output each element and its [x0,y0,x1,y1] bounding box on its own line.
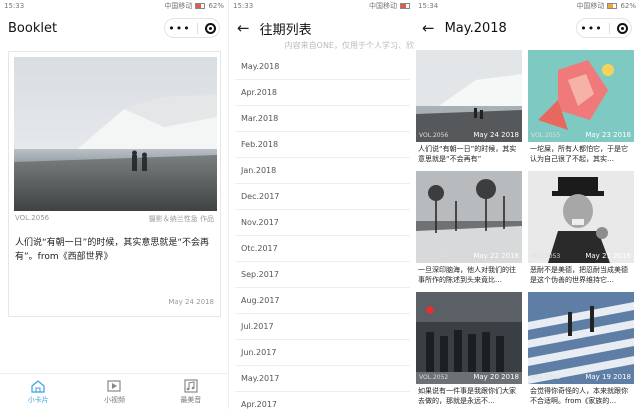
card-thumbnail: VOL.2052 May 20 2018 [416,292,522,384]
card-thumbnail: VOL.2056 May 24 2018 [416,50,522,142]
card-excerpt: 一坨屎，所有人都怕它，于是它认为自己很了不起，其实… [530,145,628,163]
month-item[interactable]: May.2018 [235,54,410,80]
month-item[interactable]: Aug.2017 [235,288,410,314]
page-title: 往期列表 [259,22,312,38]
tab-videos[interactable]: 小视频 [76,374,152,409]
card-quote: 人们说“有朝一日”的时候，其实意思就是“不会再有”。from《西部世界》 [15,238,209,262]
month-card[interactable]: VOL.2052 May 20 2018 如果说有一件事是我跟你们大家去做的，那就是… [416,292,522,407]
daily-card[interactable]: VOL.2056 摄影＆纳兰性急 作品 人们说“有朝一日”的时候，其实意思就是“… [8,51,221,317]
month-item[interactable]: Dec.2017 [235,184,410,210]
month-card[interactable]: VOL.2056 May 24 2018 人们说“有朝一日”的时候，其实意思就是“不… [416,50,522,165]
month-item[interactable]: Jan.2018 [235,158,410,184]
nav-bar: ← May.2018 ••• [414,12,640,44]
page-title: Booklet [8,20,58,36]
card-date: May 21 2018 [585,252,631,260]
tab-label: 小卡片 [27,395,49,404]
card-thumbnail: VOL.2053 May 21 2018 [528,171,634,263]
booklet-screen: 15:33 中国移动 62% Booklet ••• VOL.2056 摄影＆纳… [0,0,229,409]
page-title: May.2018 [444,20,507,36]
tab-label: 小视频 [103,395,125,404]
source-note: 内容来自ONE，仅用于个人学习、欣 [284,41,414,50]
month-item[interactable]: Jun.2017 [235,340,410,366]
battery-level: 62% [208,2,224,10]
card-volume: VOL.2053 [531,253,561,260]
battery-icon [607,3,618,9]
carrier-label: 中国移动 [576,2,605,10]
music-icon [184,378,198,393]
status-time: 15:33 [233,2,254,10]
card-credit: 摄影＆纳兰性急 作品 [148,215,214,223]
more-icon[interactable]: ••• [168,23,190,34]
more-icon[interactable]: ••• [580,23,602,34]
card-volume: VOL.2054 [419,253,449,260]
card-date: May 22 2018 [473,252,519,260]
month-card[interactable]: VOL.2055 May 23 2018 一坨屎，所有人都怕它，于是它认为自己很了不… [528,50,634,165]
card-volume: VOL.2056 [419,132,449,139]
month-item[interactable]: May.2017 [235,366,410,392]
card-date: May 24 2018 [168,298,214,306]
card-volume: VOL.2052 [419,374,449,381]
status-time: 15:34 [418,2,439,10]
close-miniprogram-icon[interactable] [204,22,216,34]
month-item[interactable]: Sep.2017 [235,262,410,288]
battery-level: 62% [620,2,636,10]
back-arrow-icon[interactable]: ← [422,20,435,36]
month-screen: 15:34 中国移动 62% ← May.2018 ••• VOL.2056 Ma… [414,0,640,409]
status-time: 15:33 [4,2,25,10]
card-excerpt: 一旦深印脑海，他人对我们的往事所作的陈述到头来竟比… [418,266,516,284]
card-excerpt: 如果说有一件事是我跟你们大家去做的，那就是永远不… [418,387,516,405]
card-date: May 19 2018 [585,373,631,381]
card-date: May 24 2018 [473,131,519,139]
card-volume: VOL.2056 [15,214,50,222]
card-date: May 20 2018 [473,373,519,381]
card-photo [14,57,217,211]
carrier-label: 中国移动 [164,2,193,10]
card-icon [31,379,45,393]
nav-bar: Booklet ••• [0,12,228,44]
card-volume: VOL.2055 [531,132,561,139]
battery-icon [195,3,206,9]
month-item[interactable]: Jul.2017 [235,314,410,340]
month-card[interactable]: VOL.2053 May 21 2018 恶耐不是美德，把忍耐当成美德是这个伪善的世… [528,171,634,286]
month-list: May.2018 Apr.2018 Mar.2018 Feb.2018 Jan.2018… [235,54,410,409]
carrier-label: 中国移动 [369,2,397,10]
month-item[interactable]: Nov.2017 [235,210,410,236]
month-item[interactable]: Apr.2018 [235,80,410,106]
tab-cards[interactable]: 小卡片 [0,374,76,409]
card-volume: VOL.2051 [531,374,561,381]
card-date: May 23 2018 [585,131,631,139]
miniprogram-capsule: ••• [576,18,632,38]
card-excerpt: 人们说“有朝一日”的时候，其实意思就是“不会再有” [418,145,517,163]
month-card[interactable]: VOL.2054 May 22 2018 一旦深印脑海，他人对我们的往事所作的陈述到… [416,171,522,286]
battery-icon [400,3,410,9]
status-bar: 15:34 中国移动 62% [414,0,640,12]
tab-label: 最美音 [180,395,202,404]
month-item[interactable]: Apr.2017 [235,392,410,409]
card-excerpt: 恶耐不是美德，把忍耐当成美德是这个伪善的世界维持它… [530,266,628,284]
status-bar: 15:33 中国移动 [229,0,414,12]
month-card[interactable]: VOL.2051 May 19 2018 会觉得你奇怪的人，本来就跟你不合适啊。fr… [528,292,634,407]
month-item[interactable]: Feb.2018 [235,132,410,158]
tab-bar: 小卡片 小视频 最美音 [0,373,228,409]
month-item[interactable]: Otc.2017 [235,236,410,262]
card-thumbnail: VOL.2055 May 23 2018 [528,50,634,142]
tab-music[interactable]: 最美音 [153,374,228,409]
card-thumbnail: VOL.2054 May 22 2018 [416,171,522,263]
back-arrow-icon[interactable]: ← [237,20,250,36]
card-thumbnail: VOL.2051 May 19 2018 [528,292,634,384]
status-bar: 15:33 中国移动 62% [0,0,228,12]
miniprogram-capsule: ••• [164,18,220,38]
archive-screen: 15:33 中国移动 ← 往期列表 内容来自ONE，仅用于个人学习、欣 May.… [229,0,414,409]
month-item[interactable]: Mar.2018 [235,106,410,132]
close-miniprogram-icon[interactable] [616,22,628,34]
video-icon [107,379,122,392]
card-excerpt: 会觉得你奇怪的人，本来就跟你不合适啊。from《家族的… [530,387,628,405]
